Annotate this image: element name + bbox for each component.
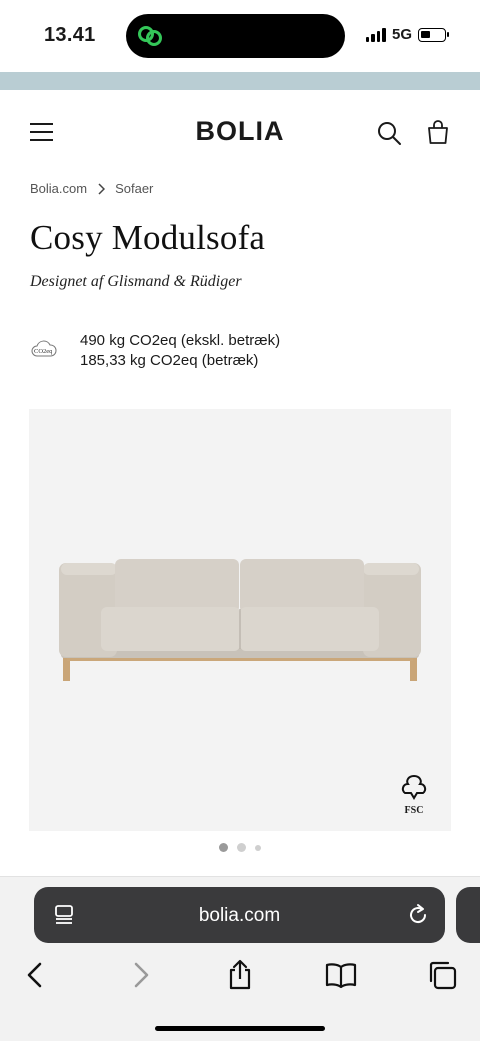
gallery-dot-2[interactable]: [237, 843, 246, 852]
sofa-image: [59, 559, 421, 681]
address-bar[interactable]: bolia.com: [34, 887, 445, 943]
fsc-logo: FSC: [397, 773, 431, 816]
fsc-tree-icon: [401, 774, 427, 800]
home-indicator[interactable]: [155, 1026, 325, 1031]
product-title: Cosy Modulsofa: [30, 218, 266, 257]
co2-ex-cover-value: 490 kg CO2eq (ekskl. betræk): [80, 332, 281, 349]
next-tab-preview[interactable]: [456, 887, 480, 943]
co2-cover-value: 185,33 kg CO2eq (betræk): [80, 352, 259, 369]
shopping-bag-icon[interactable]: [426, 119, 450, 145]
product-image[interactable]: FSC: [29, 409, 451, 831]
co2-badge-text: CO2eq: [34, 348, 53, 355]
co2-cloud-icon: CO2eq: [31, 340, 57, 357]
product-designer: Designet af Glismand & Rüdiger: [30, 273, 242, 290]
status-indicators: 5G: [365, 26, 449, 43]
breadcrumb-home-link[interactable]: Bolia.com: [30, 181, 87, 196]
status-bar: 13.41 5G: [0, 0, 480, 72]
back-icon[interactable]: [20, 959, 52, 991]
share-icon[interactable]: [224, 959, 256, 991]
url-text[interactable]: bolia.com: [34, 905, 445, 927]
search-icon[interactable]: [376, 120, 402, 146]
bookmarks-icon[interactable]: [325, 959, 357, 991]
link-app-icon: [138, 26, 162, 46]
network-type: 5G: [391, 26, 412, 43]
breadcrumb: Bolia.com Sofaer: [30, 181, 153, 196]
reload-icon[interactable]: [406, 903, 430, 927]
fsc-label: FSC: [404, 805, 424, 816]
site-header: BOLIA: [0, 90, 480, 176]
forward-icon[interactable]: [124, 959, 156, 991]
browser-toolbar: bolia.com: [0, 876, 480, 1041]
gallery-dot-1[interactable]: [219, 843, 228, 852]
tabs-icon[interactable]: [426, 959, 458, 991]
co2-info: CO2eq 490 kg CO2eq (ekskl. betræk) 185,3…: [30, 331, 280, 371]
signal-icon: [365, 27, 386, 42]
gallery-dot-3[interactable]: [255, 844, 261, 851]
site-logo[interactable]: BOLIA: [0, 116, 480, 147]
chevron-right-icon: [98, 182, 106, 195]
gallery-pagination: [0, 843, 480, 852]
breadcrumb-category-link[interactable]: Sofaer: [115, 181, 153, 196]
battery-icon: [418, 27, 449, 42]
dynamic-island[interactable]: [126, 14, 345, 58]
announcement-bar: [0, 72, 480, 90]
status-time: 13.41: [44, 24, 96, 46]
